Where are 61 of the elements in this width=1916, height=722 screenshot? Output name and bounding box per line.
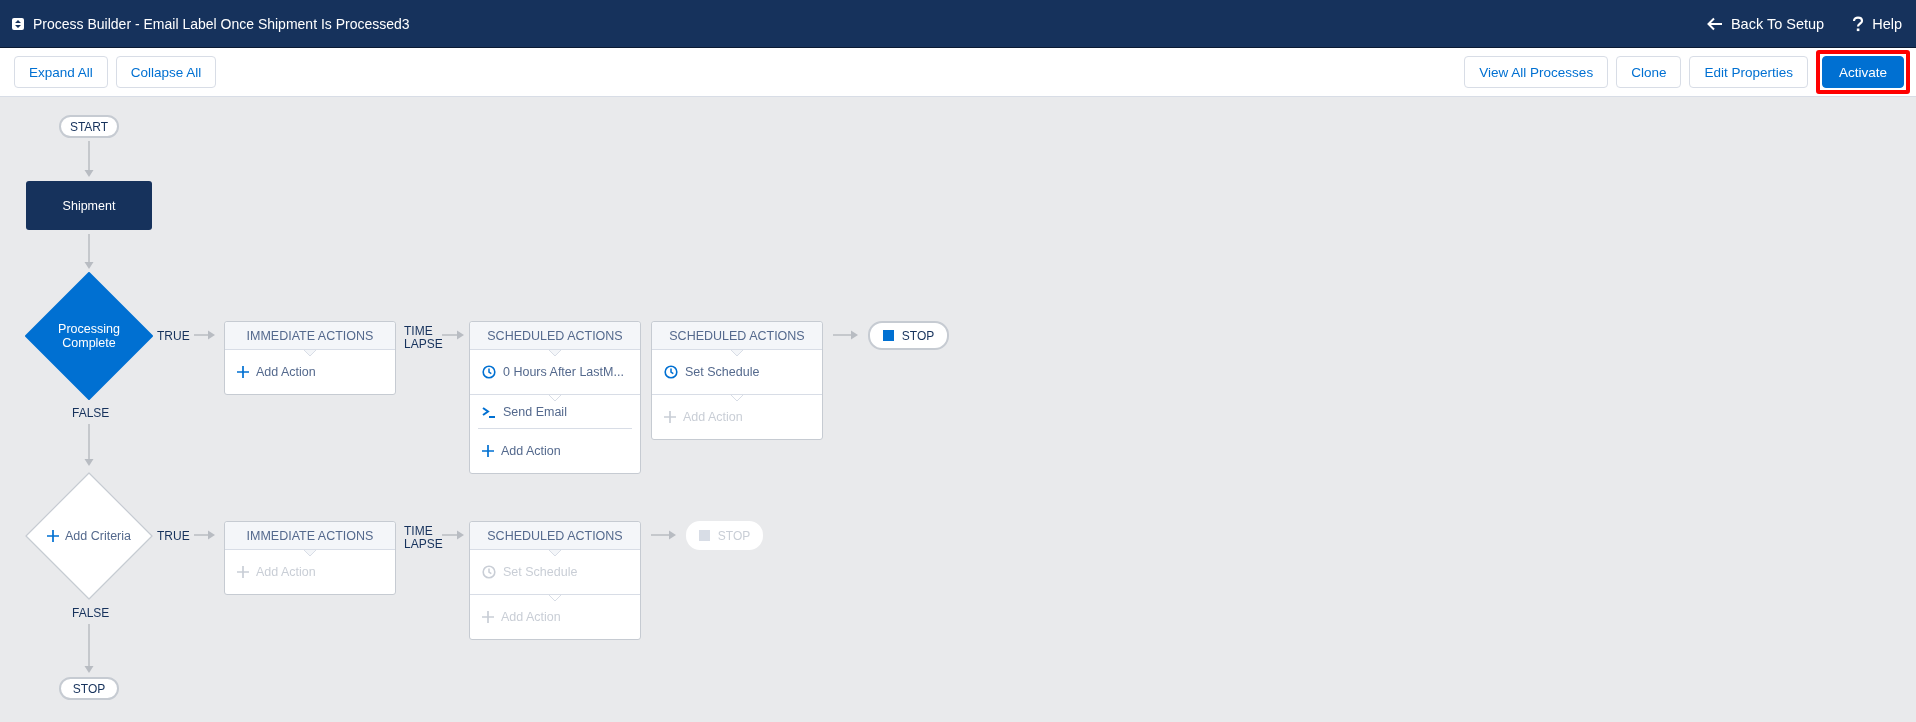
time-lapse-label: TIME LAPSE: [404, 525, 444, 551]
stop-square-icon: [882, 330, 894, 341]
stop-square-icon: [698, 530, 710, 541]
connector-arrow: [832, 330, 858, 340]
connector-arrow: [84, 623, 94, 673]
pointer-notch: [549, 595, 561, 602]
back-link[interactable]: Back To Setup: [1706, 15, 1825, 32]
connector-arrow: [84, 140, 94, 177]
card-title: SCHEDULED ACTIONS: [487, 328, 623, 343]
card-title: SCHEDULED ACTIONS: [669, 328, 805, 343]
time-lapse-label: TIME LAPSE: [404, 325, 444, 351]
left-arrow-icon: [1706, 16, 1723, 31]
card-title: IMMEDIATE ACTIONS: [246, 328, 374, 343]
plus-icon: [237, 566, 249, 578]
clock-icon: [664, 365, 678, 379]
toolbar-button[interactable]: Expand All: [14, 56, 108, 88]
false-label: FALSE: [72, 407, 110, 419]
clock-icon: [482, 365, 496, 379]
plus-icon: [482, 611, 494, 623]
schedule-item[interactable]: 0 Hours After LastM...: [470, 350, 640, 394]
clock-icon: [482, 565, 496, 579]
connector-arrow: [84, 423, 94, 466]
criteria-diamond[interactable]: Processing Complete: [25, 272, 153, 400]
connector-arrow: [441, 530, 464, 540]
connector-arrow: [441, 330, 464, 340]
schedule-item[interactable]: Set Schedule: [652, 350, 822, 394]
toolbar-button[interactable]: Clone: [1616, 56, 1682, 88]
criteria-diamond[interactable]: Add Criteria: [25, 472, 153, 600]
false-label: FALSE: [72, 607, 110, 619]
action-item[interactable]: Send Email: [470, 394, 640, 428]
pointer-notch: [731, 395, 743, 402]
card-title: IMMEDIATE ACTIONS: [246, 528, 374, 543]
connector-arrow: [193, 530, 215, 540]
plus-icon: [664, 411, 676, 423]
help-icon: [1852, 15, 1865, 32]
add-criteria-button[interactable]: Add Criteria: [47, 529, 131, 543]
window-title: Process Builder - Email Label Once Shipment Is Processed3: [33, 15, 410, 32]
true-label: TRUE: [157, 530, 190, 542]
criteria-label: Processing Complete: [57, 322, 121, 350]
plus-icon: [47, 530, 59, 542]
toolbar-button[interactable]: Activate: [1821, 56, 1904, 88]
help-link[interactable]: Help: [1852, 15, 1902, 32]
terminal-icon: [482, 405, 496, 418]
stop-node: STOP: [59, 677, 119, 700]
add-action-button[interactable]: Add Action: [478, 428, 632, 473]
start-node: START: [59, 115, 119, 138]
card-title: SCHEDULED ACTIONS: [487, 528, 623, 543]
add-action-button[interactable]: Add Action: [225, 350, 395, 394]
toolbar-button[interactable]: View All Processes: [1464, 56, 1609, 88]
toolbar-button[interactable]: Collapse All: [115, 56, 217, 88]
plus-icon: [482, 445, 494, 457]
plus-icon: [237, 366, 249, 378]
stop-node: STOP: [868, 321, 949, 350]
pointer-notch: [549, 395, 561, 402]
object-node[interactable]: Shipment: [26, 181, 152, 230]
connector-arrow: [193, 330, 215, 340]
connector-arrow: [650, 530, 676, 540]
toolbar-button[interactable]: Edit Properties: [1689, 56, 1808, 88]
app-icon: [12, 17, 24, 30]
connector-arrow: [84, 233, 94, 269]
true-label: TRUE: [157, 330, 190, 342]
